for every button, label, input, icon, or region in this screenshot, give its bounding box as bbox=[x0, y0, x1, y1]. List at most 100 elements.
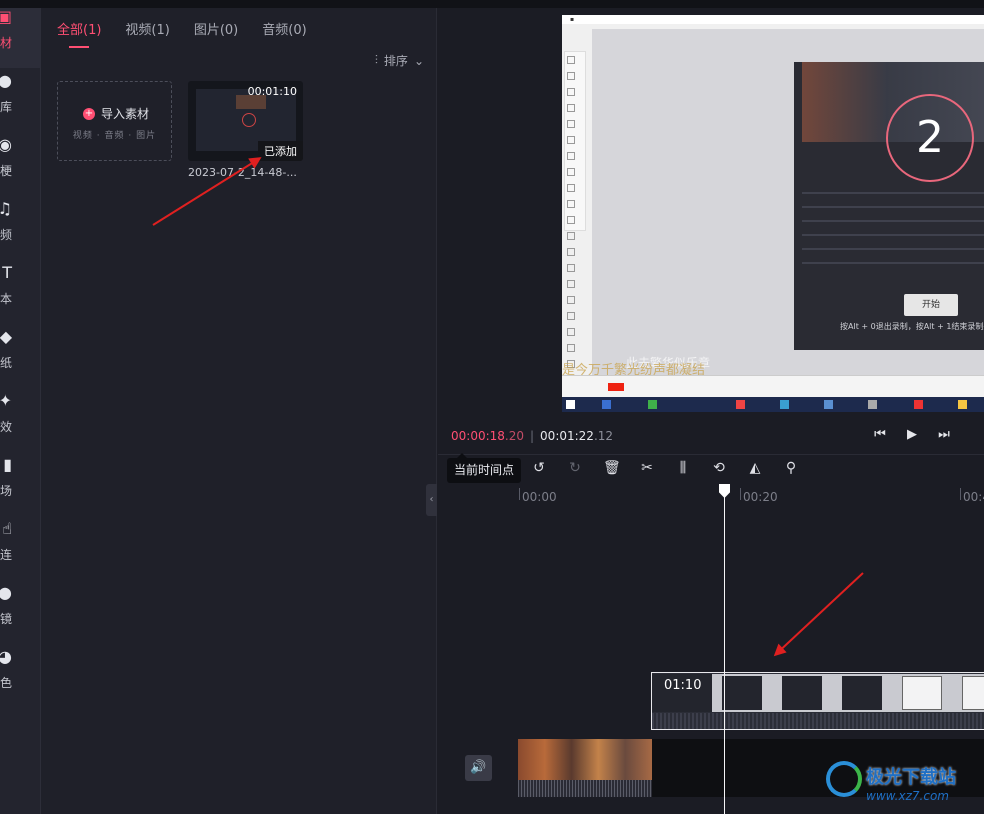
chevron-down-icon: ⌄ bbox=[413, 53, 424, 68]
countdown-circle: 2 bbox=[886, 94, 974, 182]
library-icon: ● bbox=[0, 72, 12, 90]
import-subtitle: 视频 · 音频 · 图片 bbox=[72, 131, 157, 141]
recorder-panel: 2 开始 按Alt + 0退出录制，按Alt + 1结束录制并导入 bbox=[794, 62, 984, 350]
rail-label: 场 bbox=[0, 484, 12, 498]
redo-icon[interactable]: ↻ bbox=[567, 460, 583, 476]
collapse-panel-handle[interactable]: ‹ bbox=[426, 484, 437, 516]
media-icon: ▣ bbox=[0, 8, 12, 26]
preview-taskbar bbox=[562, 397, 984, 412]
clip-frame bbox=[952, 674, 984, 712]
tab-all[interactable]: 全部(1) bbox=[57, 16, 101, 48]
skip-back-icon[interactable]: ⏮ bbox=[872, 427, 888, 442]
ruler-tick bbox=[740, 488, 741, 500]
start-button: 开始 bbox=[904, 294, 958, 316]
import-media-button[interactable]: + 导入素材 视频 · 音频 · 图片 bbox=[57, 81, 172, 161]
sort-label: 排序 bbox=[383, 54, 408, 68]
rail-item-library[interactable]: ● 材库 bbox=[0, 72, 40, 132]
clip-frame bbox=[772, 674, 832, 712]
preview-player[interactable]: ▪ 2 开始 按Alt + 0退出录制，按Alt + 1结束录制并导入 此去繁华… bbox=[562, 15, 984, 412]
clip-frame bbox=[832, 674, 892, 712]
play-icon[interactable]: ▶ bbox=[904, 427, 920, 442]
rail-label: 三连 bbox=[0, 548, 12, 562]
media-tabs: 全部(1) 视频(1) 图片(0) 音频(0) bbox=[57, 16, 307, 48]
rail-item-text[interactable]: T 本 bbox=[0, 263, 40, 324]
effects-icon: ✦ bbox=[0, 392, 12, 410]
tab-audio[interactable]: 音频(0) bbox=[262, 16, 306, 46]
crop-icon[interactable]: ⫼ bbox=[675, 460, 691, 476]
transition-icon: ▮ bbox=[3, 455, 12, 474]
media-thumbnail[interactable]: 00:01:10 已添加 bbox=[188, 81, 303, 161]
total-time: 00:01:22 bbox=[540, 429, 594, 443]
current-frames: .20 bbox=[504, 429, 524, 443]
text-icon: T bbox=[2, 263, 12, 282]
color-swatch bbox=[608, 383, 624, 391]
rail-label: 材库 bbox=[0, 100, 12, 114]
palette-icon: ◕ bbox=[0, 648, 12, 666]
rail-item-filter[interactable]: ● 镜 bbox=[0, 584, 40, 644]
preview-canvas: 2 开始 按Alt + 0退出录制，按Alt + 1结束录制并导入 此去繁华似乐… bbox=[592, 29, 984, 375]
rail-item-media[interactable]: ▣ 素材 bbox=[0, 8, 40, 68]
undo-icon[interactable]: ↺ bbox=[531, 460, 547, 476]
media-panel: 全部(1) 视频(1) 图片(0) 音频(0) ⫶ 排序 ⌄ + 导入素材 视频… bbox=[41, 8, 437, 814]
editor-window: ▣ 素材 ● 材库 ◉ 热梗 ♫ 频 T 本 ◆ 纸 ✦ 效 ▮ 场 bbox=[0, 0, 984, 814]
rail-item-color[interactable]: ◕ 色 bbox=[0, 648, 40, 708]
preview-drawing-bar bbox=[562, 375, 984, 397]
thumbs-up-icon: ☝ bbox=[2, 519, 12, 538]
delete-icon[interactable]: 🗑 bbox=[603, 460, 621, 476]
media-duration: 00:01:10 bbox=[247, 85, 297, 98]
ruler-tick bbox=[960, 488, 961, 500]
replace-icon[interactable]: ⟲ bbox=[711, 460, 727, 476]
clip-frame bbox=[712, 674, 772, 712]
watermark-logo bbox=[826, 761, 862, 797]
added-badge: 已添加 bbox=[258, 141, 303, 161]
audio-cover bbox=[518, 739, 652, 780]
recorder-settings bbox=[802, 192, 984, 302]
tab-image[interactable]: 图片(0) bbox=[194, 16, 238, 46]
plus-icon: + bbox=[83, 108, 95, 120]
rail-label: 效 bbox=[0, 420, 12, 434]
filter-icon: ● bbox=[0, 584, 12, 602]
music-icon: ♫ bbox=[0, 200, 12, 218]
sticker-icon: ◆ bbox=[0, 327, 12, 346]
watermark-text: 极光下载站 bbox=[866, 767, 956, 788]
total-frames: .12 bbox=[593, 429, 614, 443]
rail-item-meme[interactable]: ◉ 热梗 bbox=[0, 136, 40, 196]
import-title: 导入素材 bbox=[101, 107, 150, 121]
split-icon[interactable]: ✂ bbox=[639, 460, 655, 476]
sort-button[interactable]: ⫶ 排序 ⌄ bbox=[375, 52, 424, 69]
rail-label: 频 bbox=[0, 228, 12, 242]
rail-item-sticker[interactable]: ◆ 纸 bbox=[0, 327, 40, 388]
playback-controls: ⏮ ▶ ⏭ bbox=[872, 427, 952, 442]
pin-icon[interactable]: ⚲ bbox=[783, 460, 799, 476]
rail-item-triple[interactable]: ☝ 三连 bbox=[0, 519, 40, 580]
skip-forward-icon[interactable]: ⏭ bbox=[936, 427, 952, 442]
rail-label: 素材 bbox=[0, 36, 12, 50]
audio-clip[interactable] bbox=[518, 739, 652, 797]
preview-window-title: ▪ bbox=[562, 15, 984, 24]
ruler-label: 00:00 bbox=[522, 490, 557, 504]
mirror-icon[interactable]: ◭ bbox=[747, 460, 763, 476]
left-rail: ▣ 素材 ● 材库 ◉ 热梗 ♫ 频 T 本 ◆ 纸 ✦ 效 ▮ 场 bbox=[0, 8, 41, 814]
rail-label: 本 bbox=[0, 292, 12, 306]
thumbnail-ring bbox=[242, 113, 256, 127]
watermark-url: www.xz7.com bbox=[866, 789, 949, 803]
clip-frame bbox=[892, 674, 952, 712]
current-time: 00:00:18 bbox=[451, 429, 505, 443]
current-time-tooltip: 当前时间点 bbox=[447, 453, 521, 483]
ruler-tick bbox=[519, 488, 520, 500]
sliders-icon: ⫶ bbox=[374, 53, 378, 67]
rail-item-transition[interactable]: ▮ 场 bbox=[0, 455, 40, 516]
rail-label: 热梗 bbox=[0, 164, 12, 178]
meme-icon: ◉ bbox=[0, 136, 12, 154]
preview-toolbox bbox=[564, 51, 586, 400]
watermark: 极光下载站 www.xz7.com bbox=[820, 757, 984, 809]
rail-item-audio[interactable]: ♫ 频 bbox=[0, 200, 40, 260]
rail-item-effects[interactable]: ✦ 效 bbox=[0, 392, 40, 452]
volume-icon[interactable]: 🔊 bbox=[465, 755, 492, 781]
video-clip[interactable]: 01:10 bbox=[651, 672, 984, 730]
audio-waveform bbox=[518, 780, 652, 797]
top-bar bbox=[0, 0, 984, 8]
clip-waveform bbox=[652, 713, 984, 729]
tab-video[interactable]: 视频(1) bbox=[125, 16, 169, 46]
time-separator: | bbox=[530, 429, 535, 443]
